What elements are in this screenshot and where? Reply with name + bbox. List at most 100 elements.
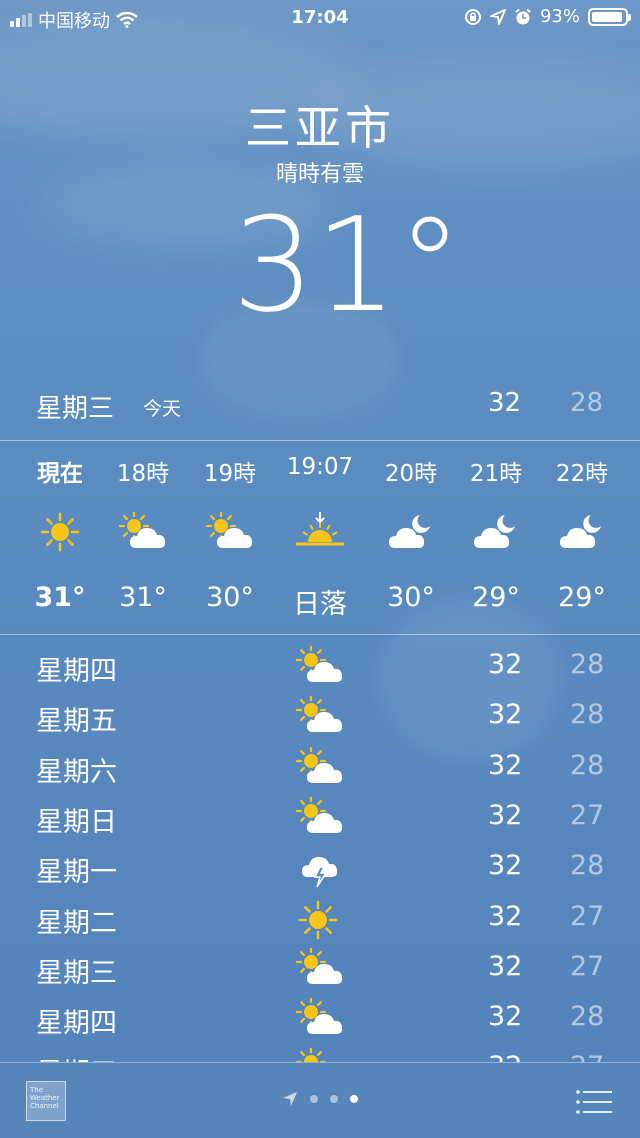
daily-high: 32 <box>488 699 523 731</box>
hourly-item: 21時 ✦ 29° <box>451 454 541 613</box>
current-temperature: 31° <box>232 189 463 341</box>
page-dot[interactable] <box>310 1095 318 1103</box>
hourly-time: 22時 <box>555 461 609 487</box>
daily-low: 27 <box>570 1051 604 1062</box>
daily-day: 星期二 <box>36 907 117 939</box>
weather-condition: 晴時有雲 <box>275 162 364 187</box>
battery-fill <box>592 11 622 22</box>
daily-day: 星期四 <box>36 656 117 687</box>
battery-icon <box>588 7 631 26</box>
thunderstorm-icon <box>296 847 344 898</box>
daily-high: 32 <box>488 799 523 831</box>
hourly-time: 19:07 <box>286 454 354 480</box>
daily-row: 星期四 32 28 <box>0 642 640 692</box>
hourly-temp: 30° <box>206 582 254 613</box>
daily-row: 星期一 32 28 <box>0 843 640 893</box>
page-dot[interactable] <box>330 1095 338 1103</box>
daily-row: 星期三 32 27 <box>0 944 640 994</box>
daily-day: 星期四 <box>36 1008 117 1040</box>
hourly-temp: 31° <box>34 582 86 613</box>
hourly-temp: 29° <box>558 582 606 613</box>
daily-row: 星期日 32 27 <box>0 793 640 843</box>
daily-row: 星期四 32 28 <box>0 994 640 1044</box>
city-name: 三亚市 <box>245 101 395 155</box>
daily-high: 32 <box>488 1051 522 1062</box>
daily-low: 27 <box>570 900 605 932</box>
partly-cloudy-day-icon <box>295 745 344 794</box>
svg-text:✦: ✦ <box>413 515 419 523</box>
rotation-lock-icon <box>464 8 481 25</box>
partly-cloudy-day-icon <box>295 644 344 693</box>
daily-day: 星期六 <box>36 756 117 788</box>
daily-low: 28 <box>570 749 605 781</box>
hourly-temp: 30° <box>387 582 435 613</box>
svg-text:✦: ✦ <box>584 515 590 523</box>
hourly-temp: 日落 <box>293 589 347 620</box>
hourly-item: 20時 ✦ 30° <box>366 454 456 613</box>
svg-text:✦: ✦ <box>498 515 504 523</box>
daily-row: 星期六 32 28 <box>0 743 640 793</box>
partly-cloudy-day-icon <box>295 1047 344 1062</box>
divider <box>0 634 640 635</box>
hourly-forecast[interactable]: 現在 31° 18時 31° 19時 30° 19:07 日落 20時 ✦ 30… <box>0 454 640 624</box>
daily-low: 28 <box>570 649 605 680</box>
partly-cloudy-night-icon: ✦ <box>451 504 541 560</box>
daily-low: 28 <box>570 699 605 731</box>
partly-cloudy-day-icon <box>295 695 344 743</box>
daily-row: 星期五 32 28 <box>0 692 640 742</box>
today-high: 32 <box>488 388 522 418</box>
hourly-time: 21時 <box>469 461 523 487</box>
page-dot[interactable] <box>350 1095 358 1103</box>
sunset-icon <box>275 504 365 560</box>
daily-day: 星期三 <box>36 957 117 989</box>
hourly-item: 19時 30° <box>185 454 275 613</box>
daily-high: 32 <box>488 1001 523 1033</box>
partly-cloudy-day-icon <box>295 946 344 995</box>
daily-day: 星期一 <box>36 857 117 889</box>
hourly-time: 現在 <box>37 461 83 487</box>
partly-cloudy-day-icon <box>98 504 188 560</box>
hourly-item: 18時 31° <box>98 454 188 613</box>
today-low: 28 <box>570 388 604 418</box>
hourly-item: 22時 ✦ 29° <box>537 454 627 613</box>
sun-icon <box>15 504 105 560</box>
hourly-temp: 29° <box>472 582 520 613</box>
today-row: 星期三 今天 32 28 <box>0 384 640 424</box>
daily-high: 32 <box>488 900 523 932</box>
daily-low: 28 <box>570 850 605 882</box>
daily-row: 星期二 32 27 <box>0 894 640 944</box>
partly-cloudy-night-icon: ✦ <box>537 504 627 560</box>
daily-high: 32 <box>488 649 523 680</box>
hourly-time: 18時 <box>116 461 170 487</box>
hourly-time: 19時 <box>203 461 257 487</box>
daily-day: 星期五 <box>36 1051 117 1062</box>
location-arrow-icon <box>283 1092 297 1106</box>
location-arrow-icon <box>489 8 506 25</box>
partly-cloudy-day-icon <box>295 996 344 1045</box>
weather-channel-logo[interactable]: The Weather Channel <box>26 1081 66 1121</box>
city-list-button[interactable] <box>576 1089 612 1115</box>
battery-percent: 93% <box>539 6 580 27</box>
daily-day: 星期日 <box>36 806 117 838</box>
alarm-icon <box>515 8 531 24</box>
sun-icon <box>296 898 340 949</box>
today-tag: 今天 <box>143 398 182 420</box>
status-bar: 中国移动 17:04 93% <box>0 0 640 36</box>
daily-forecast[interactable]: 星期四 32 28 星期五 32 28 星期六 32 28 星期日 32 27 … <box>0 642 640 1062</box>
partly-cloudy-day-icon <box>295 795 344 844</box>
daily-day: 星期五 <box>36 706 117 738</box>
divider <box>0 440 640 441</box>
partly-cloudy-night-icon: ✦ <box>366 504 456 560</box>
daily-high: 32 <box>488 950 523 982</box>
daily-high: 32 <box>488 749 523 781</box>
partly-cloudy-day-icon <box>185 504 275 560</box>
daily-high: 32 <box>488 850 523 882</box>
hourly-item: 19:07 日落 <box>275 454 365 621</box>
hourly-temp: 31° <box>119 582 167 613</box>
daily-low: 27 <box>570 799 605 831</box>
daily-low: 27 <box>570 950 605 982</box>
page-indicator[interactable] <box>282 1091 358 1107</box>
hourly-item: 現在 31° <box>15 454 105 613</box>
bottom-toolbar: The Weather Channel <box>0 1062 640 1138</box>
daily-low: 28 <box>570 1001 605 1033</box>
